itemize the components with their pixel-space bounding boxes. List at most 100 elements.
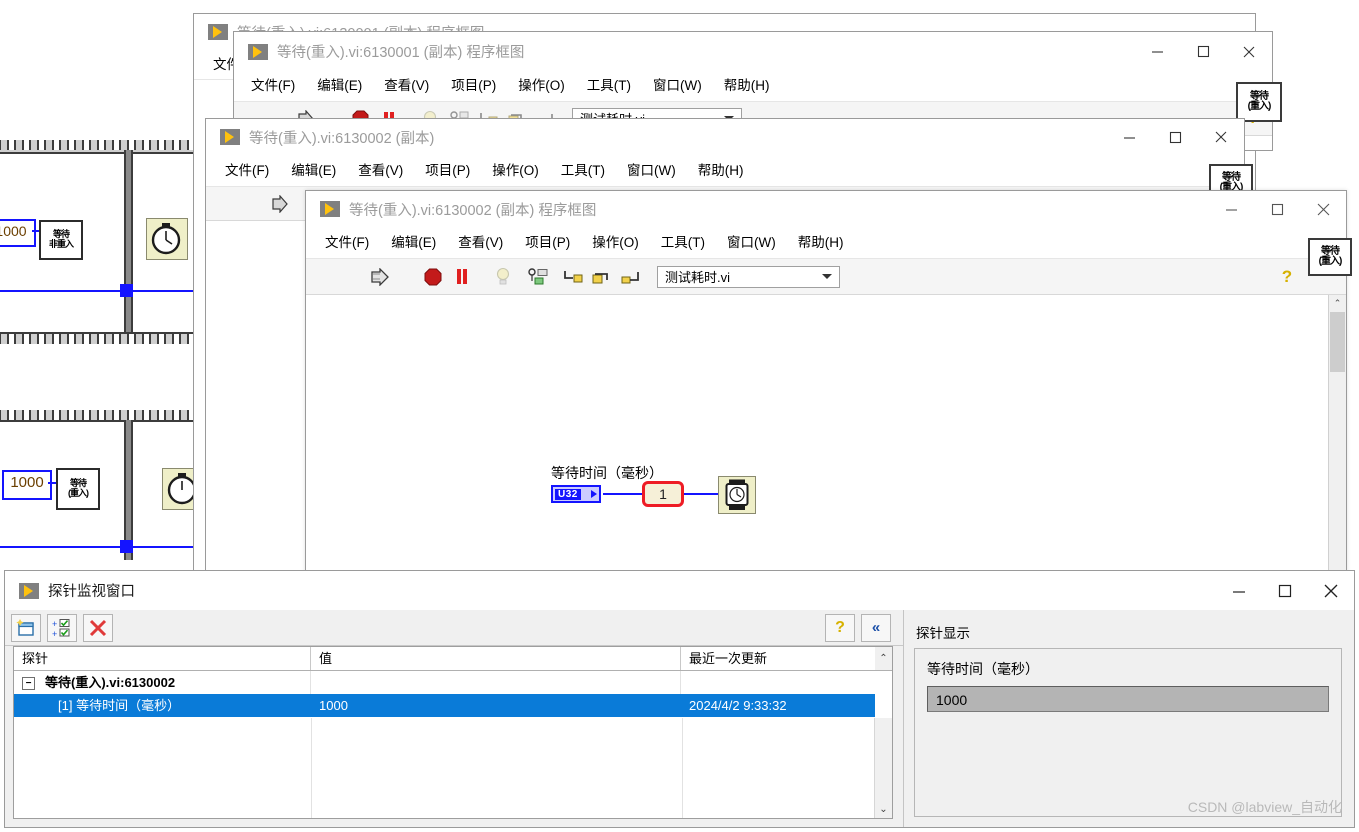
scrollbar-thumb[interactable] [1330,312,1345,372]
insert-probes-icon[interactable]: + + [47,613,77,642]
question-mark-icon[interactable]: ? [1274,265,1300,289]
close-button[interactable] [1308,571,1354,610]
wait-ms-watch-icon[interactable] [718,476,756,514]
menu-project[interactable]: 项目(P) [514,228,581,258]
titlebar-6130002-panel[interactable]: 等待(重入).vi:6130002 (副本) [206,119,1244,155]
constant-1000-bottom: 1000 [2,470,52,500]
terminal-arrow-icon [591,490,597,498]
menubar-6130002-panel[interactable]: 文件(F) 编辑(E) 查看(V) 项目(P) 操作(O) 工具(T) 窗口(W… [206,155,1244,187]
menu-file[interactable]: 文件(F) [240,71,306,101]
step-into-icon[interactable] [560,265,586,289]
window-title: 等待(重入).vi:6130002 (副本) [249,130,435,147]
close-button[interactable] [1300,191,1346,227]
step-out-icon[interactable] [618,265,644,289]
menu-edit[interactable]: 编辑(E) [380,228,447,258]
menu-window[interactable]: 窗口(W) [716,228,787,258]
wire-segment-right [684,493,720,495]
window-controls[interactable] [1208,191,1346,227]
window-controls[interactable] [1216,571,1354,610]
probe-group-value [311,671,681,694]
wire-label: 等待时间（毫秒） [551,465,663,481]
window-title: 等待(重入).vi:6130002 (副本) 程序框图 [349,202,597,219]
menu-project[interactable]: 项目(P) [440,71,507,101]
menu-view[interactable]: 查看(V) [447,228,514,258]
probe-group-name: − 等待(重入).vi:6130002 [14,671,311,694]
window-controls[interactable] [1106,119,1244,155]
menu-operate[interactable]: 操作(O) [507,71,576,101]
step-over-icon[interactable] [589,265,615,289]
window-6130002-block-diagram[interactable]: 等待(重入).vi:6130002 (副本) 程序框图 文件(F) 编辑(E) … [305,190,1347,573]
tree-expander-icon[interactable]: − [22,677,35,691]
probe-window-title: 探针监视窗口 [48,584,135,600]
menu-tools[interactable]: 工具(T) [550,156,616,186]
menu-operate[interactable]: 操作(O) [481,156,550,186]
maximize-button[interactable] [1254,191,1300,227]
menu-window[interactable]: 窗口(W) [616,156,687,186]
canvas-vertical-scrollbar[interactable]: ⌃ [1328,295,1346,572]
probe-indicator[interactable]: 1 [642,481,684,507]
vi-selector-combo[interactable]: 测试耗时.vi [657,265,840,288]
column-header-value[interactable]: 值 [311,647,681,670]
vi-icon-button-front[interactable]: 等待 (重入) [1308,238,1352,276]
menu-project[interactable]: 项目(P) [414,156,481,186]
maximize-button[interactable] [1180,32,1226,71]
scroll-up-arrow-icon[interactable]: ⌃ [1329,295,1346,312]
probe-grid[interactable]: 探针 值 最近一次更新 ⌃ − 等待(重入).vi:6130002 [1] 等待时… [13,646,893,819]
probe-value: 1000 [311,694,681,717]
menu-view[interactable]: 查看(V) [373,71,440,101]
subvi-wait-nonreentrant[interactable]: 等待 非重入 [39,220,83,260]
menu-view[interactable]: 查看(V) [347,156,414,186]
menu-edit[interactable]: 编辑(E) [306,71,373,101]
titlebar-front[interactable]: 等待(重入).vi:6130002 (副本) 程序框图 [306,191,1346,227]
probe-group-updated [681,671,875,694]
minimize-button[interactable] [1134,32,1180,71]
window-controls[interactable] [1134,32,1272,71]
grid-scroll-up-arrow-icon[interactable]: ⌃ [875,647,892,670]
new-probe-window-icon[interactable] [11,613,41,642]
retain-wire-values-icon[interactable] [525,265,551,289]
menu-window[interactable]: 窗口(W) [642,71,713,101]
close-button[interactable] [1198,119,1244,155]
maximize-button[interactable] [1262,571,1308,610]
menu-edit[interactable]: 编辑(E) [280,156,347,186]
column-header-updated[interactable]: 最近一次更新 [681,647,875,670]
menu-operate[interactable]: 操作(O) [581,228,650,258]
titlebar-6130001-inner[interactable]: 等待(重入).vi:6130001 (副本) 程序框图 [234,32,1272,71]
run-arrow-icon[interactable] [268,192,294,216]
table-row[interactable]: [1] 等待时间（毫秒） 1000 2024/4/2 9:33:32 [14,694,892,717]
scroll-down-arrow-icon[interactable]: ⌄ [875,801,892,818]
abort-stop-icon[interactable] [420,265,446,289]
menu-file[interactable]: 文件(F) [214,156,280,186]
delete-probe-icon[interactable] [83,613,113,642]
light-bulb-icon[interactable] [490,265,516,289]
run-arrow-icon[interactable] [368,265,394,289]
minimize-button[interactable] [1216,571,1262,610]
probe-toolbar[interactable]: + + ? « [5,610,903,646]
menu-tools[interactable]: 工具(T) [576,71,642,101]
grid-vertical-scrollbar[interactable]: ⌄ [874,718,892,818]
double-chevron-left-icon[interactable]: « [861,613,891,642]
probe-titlebar[interactable]: 探针监视窗口 [5,571,1354,610]
minimize-button[interactable] [1208,191,1254,227]
minimize-button[interactable] [1106,119,1152,155]
menu-help[interactable]: 帮助(H) [687,156,755,186]
subvi-wait-reentrant[interactable]: 等待 (重入) [56,468,100,510]
menu-help[interactable]: 帮助(H) [787,228,855,258]
menu-tools[interactable]: 工具(T) [650,228,716,258]
menu-help[interactable]: 帮助(H) [713,71,781,101]
u32-terminal[interactable]: U32 [551,485,601,503]
maximize-button[interactable] [1152,119,1198,155]
question-mark-icon[interactable]: ? [825,613,855,642]
menubar-6130001-inner[interactable]: 文件(F) 编辑(E) 查看(V) 项目(P) 操作(O) 工具(T) 窗口(W… [234,71,1272,102]
column-header-probe[interactable]: 探针 [14,647,311,670]
table-row[interactable]: − 等待(重入).vi:6130002 [14,671,892,694]
close-button[interactable] [1226,32,1272,71]
pause-icon[interactable] [449,265,475,289]
menubar-front[interactable]: 文件(F) 编辑(E) 查看(V) 项目(P) 操作(O) 工具(T) 窗口(W… [306,227,1346,259]
vi-icon-button-6130001[interactable]: 等待 (重入) [1236,82,1282,122]
block-diagram-canvas[interactable]: ⌃ 等待时间（毫秒） U32 1 [306,295,1346,572]
probe-watch-window[interactable]: 探针监视窗口 + + ? « 探针 值 最近一次更新 ⌃ − 等待(重入).vi… [4,570,1355,828]
grid-empty-area[interactable]: ⌄ [14,718,892,818]
toolbar-front[interactable]: 测试耗时.vi ? [306,259,1346,295]
menu-file[interactable]: 文件(F) [314,228,380,258]
